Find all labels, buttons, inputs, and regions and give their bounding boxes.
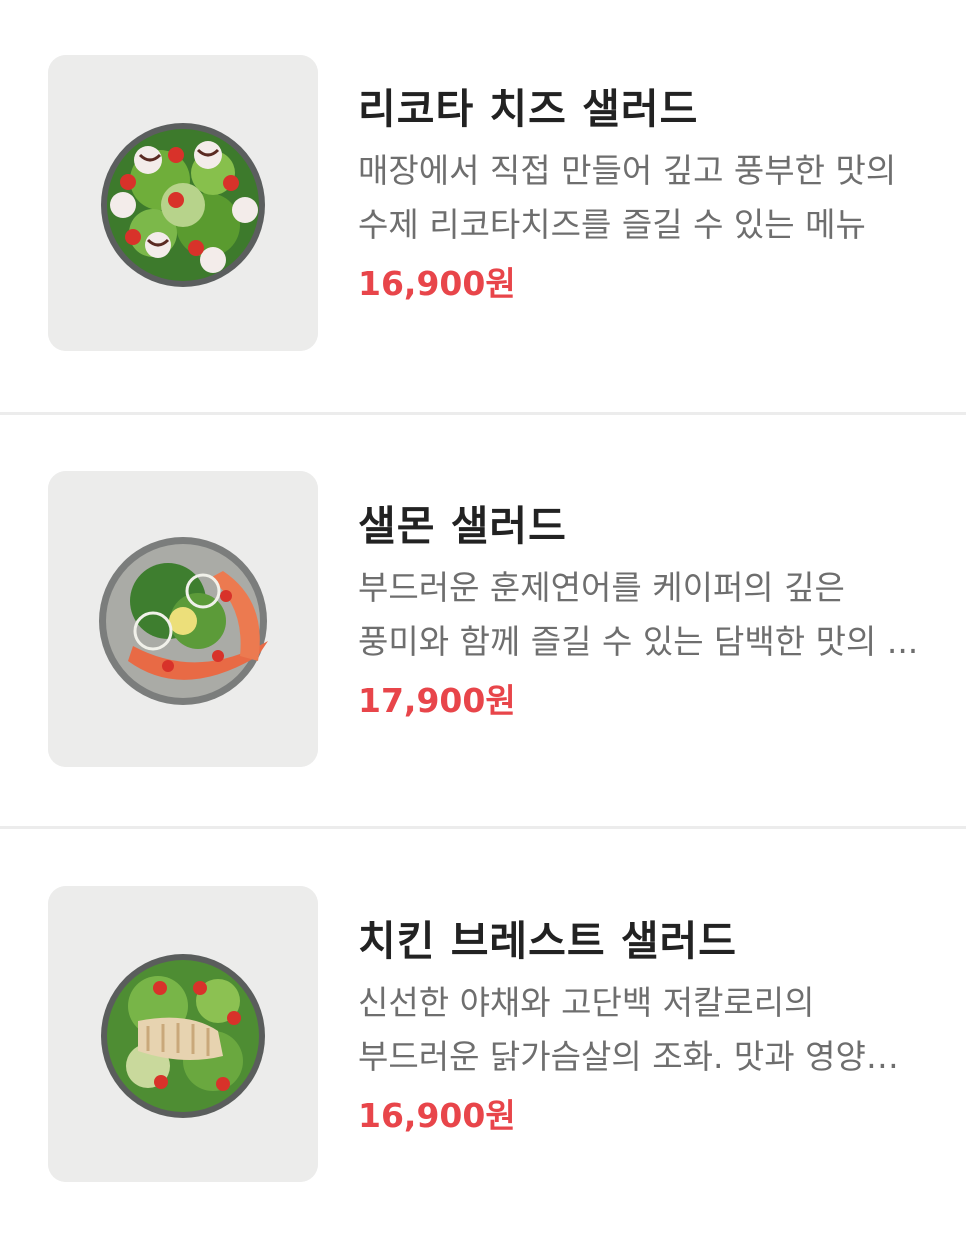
menu-item-info: 리코타 치즈 샐러드 매장에서 직접 만들어 깊고 풍부한 맛의 수제 리코타치… <box>358 82 938 304</box>
menu-item-ricotta-salad[interactable]: 리코타 치즈 샐러드 매장에서 직접 만들어 깊고 풍부한 맛의 수제 리코타치… <box>0 0 966 412</box>
menu-list: 리코타 치즈 샐러드 매장에서 직접 만들어 깊고 풍부한 맛의 수제 리코타치… <box>0 0 966 1240</box>
menu-item-name: 치킨 브레스트 샐러드 <box>358 917 738 965</box>
menu-item-description: 부드러운 훈제연어를 케이퍼의 깊은 풍미와 함께 즐길 수 있는 담백한 맛의… <box>358 568 919 661</box>
menu-item-price: 17,900원 <box>358 681 516 720</box>
menu-item-name: 리코타 치즈 샐러드 <box>358 85 699 133</box>
menu-item-salmon-salad[interactable]: 샐몬 샐러드 부드러운 훈제연어를 케이퍼의 깊은 풍미와 함께 즐길 수 있는… <box>0 412 966 826</box>
menu-item-chicken-breast-salad[interactable]: 치킨 브레스트 샐러드 신선한 야채와 고단백 저칼로리의 부드러운 닭가슴살의… <box>0 826 966 1240</box>
menu-item-price: 16,900원 <box>358 1096 516 1135</box>
menu-item-description: 신선한 야채와 고단백 저칼로리의 부드러운 닭가슴살의 조화. 맛과 영양을 … <box>358 983 897 1076</box>
menu-item-info: 샐몬 샐러드 부드러운 훈제연어를 케이퍼의 깊은 풍미와 함께 즐길 수 있는… <box>358 499 938 721</box>
menu-item-description: 매장에서 직접 만들어 깊고 풍부한 맛의 수제 리코타치즈를 즐길 수 있는 … <box>358 151 897 244</box>
menu-item-info: 치킨 브레스트 샐러드 신선한 야채와 고단백 저칼로리의 부드러운 닭가슴살의… <box>358 914 938 1136</box>
ricotta-salad-image[interactable] <box>48 55 318 351</box>
menu-item-name: 샐몬 샐러드 <box>358 502 567 550</box>
chicken-salad-image[interactable] <box>48 886 318 1182</box>
menu-item-price: 16,900원 <box>358 264 516 303</box>
salmon-salad-image[interactable] <box>48 471 318 767</box>
